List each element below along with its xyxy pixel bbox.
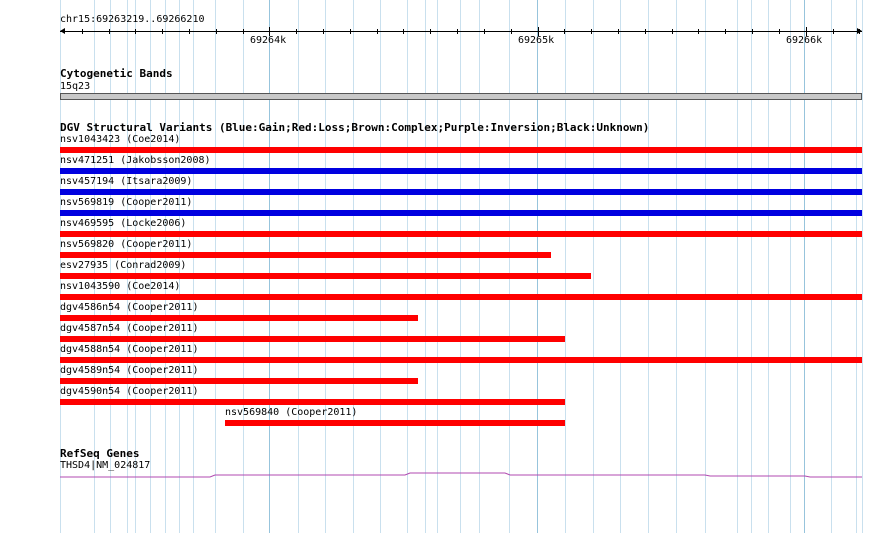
ruler-tick-label: 69266k <box>786 35 823 46</box>
ruler-minor-tick <box>296 29 297 34</box>
grid-line <box>537 0 538 533</box>
ruler-minor-tick <box>403 29 404 34</box>
ruler-minor-tick <box>430 29 431 34</box>
grid-line <box>856 0 857 533</box>
ruler-minor-tick <box>752 29 753 34</box>
ruler-minor-tick <box>833 29 834 34</box>
ruler-minor-tick <box>484 29 485 34</box>
ruler-axis <box>60 31 862 32</box>
ruler-minor-tick <box>779 29 780 34</box>
variant-label[interactable]: nsv569840 (Cooper2011) <box>225 407 357 419</box>
ruler-minor-tick <box>216 29 217 34</box>
variant-bar-gain[interactable] <box>60 189 862 195</box>
refseq-track-title: RefSeq Genes <box>60 447 140 460</box>
grid-line <box>269 0 270 533</box>
variant-label[interactable]: dgv4589n54 (Cooper2011) <box>60 365 198 377</box>
variant-bar-loss[interactable] <box>60 231 862 237</box>
variant-bar-loss[interactable] <box>60 273 591 279</box>
ruler-minor-tick <box>162 29 163 34</box>
grid-line <box>407 0 408 533</box>
grid-line <box>768 0 769 533</box>
grid-line <box>737 0 738 533</box>
variant-label[interactable]: esv27935 (Conrad2009) <box>60 260 186 272</box>
grid-line <box>804 0 805 533</box>
variant-label[interactable]: dgv4590n54 (Cooper2011) <box>60 386 198 398</box>
variant-bar-loss[interactable] <box>60 315 418 321</box>
ruler-minor-tick <box>82 29 83 34</box>
cytoband-track-title: Cytogenetic Bands <box>60 67 173 80</box>
variant-bar-gain[interactable] <box>60 210 862 216</box>
grid-line <box>705 0 706 533</box>
grid-line <box>325 0 326 533</box>
grid-line <box>509 0 510 533</box>
ruler-minor-tick <box>672 29 673 34</box>
ruler-tick-label: 69264k <box>250 35 287 46</box>
grid-line <box>831 0 832 533</box>
cytoband-label: 15q23 <box>60 81 91 92</box>
ruler-minor-tick <box>350 29 351 34</box>
ruler-minor-tick <box>511 29 512 34</box>
ruler-minor-tick <box>618 29 619 34</box>
grid-line <box>215 0 216 533</box>
variant-bar-loss[interactable] <box>60 294 862 300</box>
grid-line <box>479 0 480 533</box>
variant-label[interactable]: dgv4588n54 (Cooper2011) <box>60 344 198 356</box>
variant-bar-loss[interactable] <box>225 420 565 426</box>
dgv-track-title: DGV Structural Variants (Blue:Gain;Red:L… <box>60 121 650 134</box>
grid-line <box>298 0 299 533</box>
variant-bar-gain[interactable] <box>60 168 862 174</box>
grid-line <box>565 0 566 533</box>
variant-label[interactable]: dgv4587n54 (Cooper2011) <box>60 323 198 335</box>
ruler-minor-tick <box>645 29 646 34</box>
cytoband-bar[interactable] <box>60 93 862 100</box>
ruler-minor-tick <box>591 29 592 34</box>
ruler-tick-label: 69265k <box>518 35 555 46</box>
variant-bar-loss[interactable] <box>60 147 862 153</box>
ruler-minor-tick <box>323 29 324 34</box>
grid-line <box>437 0 438 533</box>
ruler-minor-tick <box>135 29 136 34</box>
variant-label[interactable]: nsv1043423 (Coe2014) <box>60 134 180 146</box>
grid-line <box>648 0 649 533</box>
ruler-right-arrow[interactable] <box>857 28 862 34</box>
ruler-minor-tick <box>698 29 699 34</box>
grid-line <box>790 0 791 533</box>
grid-line <box>460 0 461 533</box>
variant-bar-loss[interactable] <box>60 252 551 258</box>
ruler-minor-tick <box>109 29 110 34</box>
gene-intron-line <box>60 472 862 478</box>
ruler-left-arrow[interactable] <box>60 28 65 34</box>
variant-label[interactable]: nsv569819 (Cooper2011) <box>60 197 192 209</box>
variant-bar-loss[interactable] <box>60 336 565 342</box>
grid-line <box>862 0 863 533</box>
variant-bar-loss[interactable] <box>60 357 862 363</box>
region-label: chr15:69263219..69266210 <box>60 14 205 25</box>
variant-bar-loss[interactable] <box>60 399 565 405</box>
grid-line <box>751 0 752 533</box>
variant-label[interactable]: nsv469595 (Locke2006) <box>60 218 186 230</box>
grid-line <box>353 0 354 533</box>
variant-label[interactable]: nsv471251 (Jakobsson2008) <box>60 155 211 167</box>
variant-label[interactable]: nsv1043590 (Coe2014) <box>60 281 180 293</box>
ruler-minor-tick <box>189 29 190 34</box>
grid-line <box>193 0 194 533</box>
gene-model-line[interactable] <box>0 468 890 482</box>
grid-line <box>620 0 621 533</box>
variant-label[interactable]: nsv457194 (Itsara2009) <box>60 176 192 188</box>
variant-label[interactable]: dgv4586n54 (Cooper2011) <box>60 302 198 314</box>
ruler-minor-tick <box>243 29 244 34</box>
variant-bar-loss[interactable] <box>60 378 418 384</box>
variant-label[interactable]: nsv569820 (Cooper2011) <box>60 239 192 251</box>
grid-line <box>676 0 677 533</box>
ruler-minor-tick <box>377 29 378 34</box>
grid-line <box>243 0 244 533</box>
ruler-minor-tick <box>457 29 458 34</box>
genome-browser-panel: chr15:69263219..69266210 69264k 69265k 6… <box>0 0 890 533</box>
grid-line <box>593 0 594 533</box>
ruler-minor-tick <box>564 29 565 34</box>
grid-line <box>425 0 426 533</box>
ruler-minor-tick <box>725 29 726 34</box>
grid-line <box>380 0 381 533</box>
